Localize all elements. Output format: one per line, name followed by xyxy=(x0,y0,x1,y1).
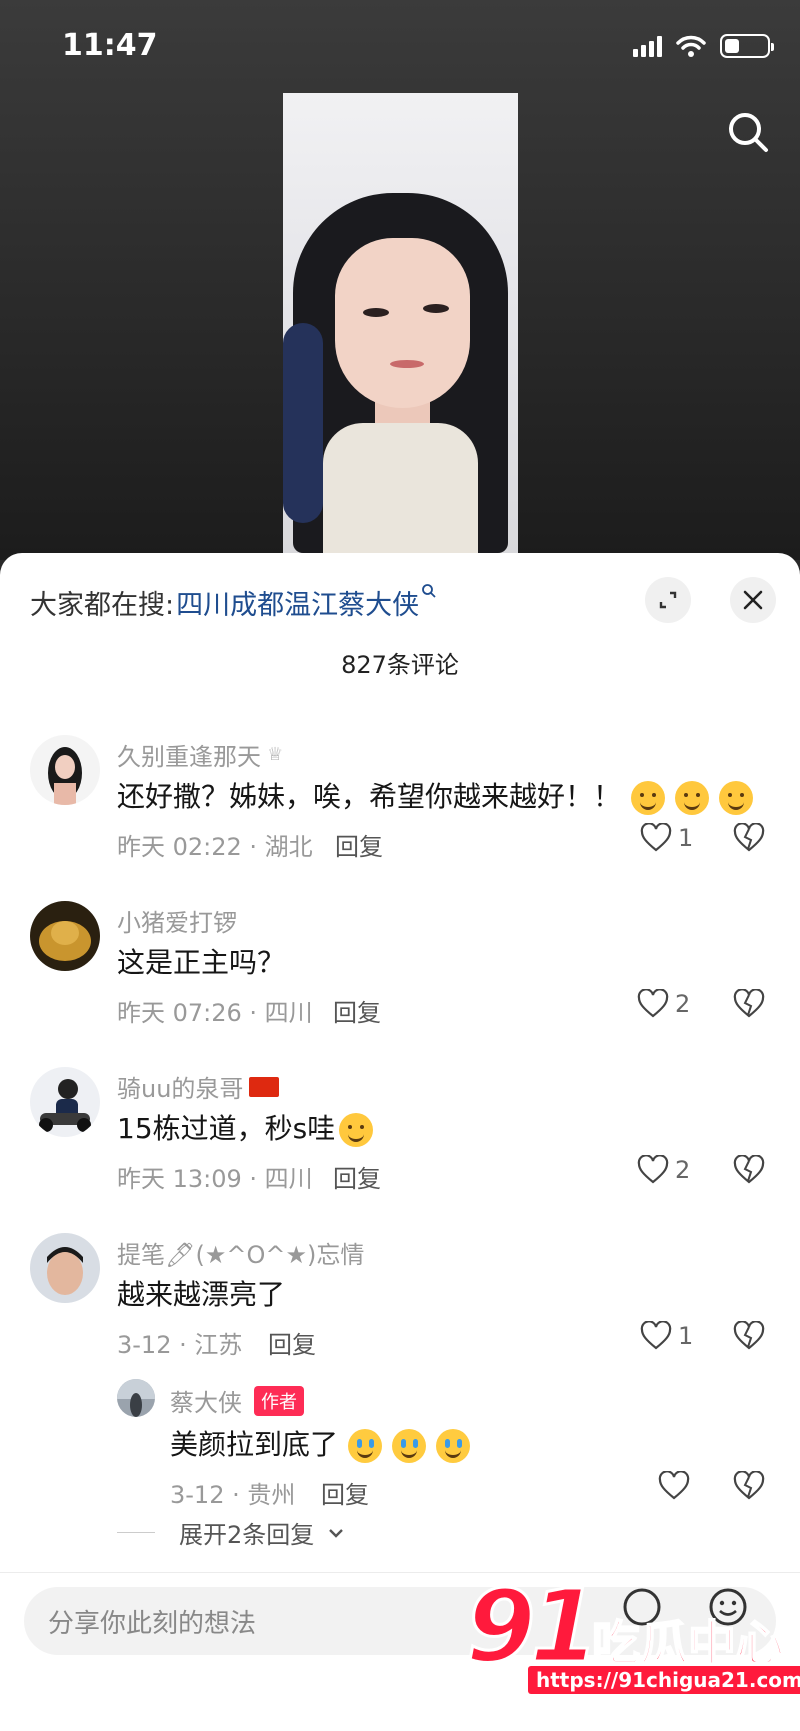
avatar[interactable] xyxy=(30,735,100,805)
trending-link[interactable]: 四川成都温江蔡大侠 xyxy=(176,583,419,622)
comment-item: 骑uu的泉哥 🇨🇳 15栋过道，秒s哇 昨天 13:09 · 四川 回复 2 xyxy=(0,1067,800,1207)
broken-heart-icon xyxy=(733,988,765,1018)
like-button[interactable]: 1 xyxy=(640,1321,693,1351)
reply-username[interactable]: 蔡大侠 xyxy=(170,1383,242,1418)
dislike-button[interactable] xyxy=(733,988,765,1023)
reply-button[interactable]: 回复 xyxy=(335,827,383,862)
comment-username[interactable]: 久别重逢那天 xyxy=(117,737,261,772)
status-icons xyxy=(633,34,774,58)
video-area[interactable]: 11:47 xyxy=(0,0,800,560)
like-count: 1 xyxy=(678,1322,694,1350)
reply-item: 蔡大侠 作者 美颜拉到底了 3-12 · 贵州 回复 xyxy=(0,1379,800,1509)
broken-heart-icon xyxy=(733,822,765,852)
like-button[interactable]: 2 xyxy=(637,989,690,1019)
heart-icon xyxy=(637,989,669,1018)
broken-heart-icon xyxy=(733,1470,765,1500)
close-button[interactable] xyxy=(730,577,776,623)
dislike-button[interactable] xyxy=(733,1470,765,1505)
comment-username[interactable]: 小猪爱打锣 xyxy=(117,903,237,938)
comment-item: 小猪爱打锣 这是正主吗？ 昨天 07:26 · 四川 回复 2 xyxy=(0,901,800,1041)
battery-icon xyxy=(720,34,774,58)
comment-username[interactable]: 提笔🖊(★^O^★)忘情 xyxy=(117,1235,364,1270)
comment-text: 这是正主吗？ xyxy=(117,946,286,979)
hug-emoji-icon xyxy=(631,781,666,815)
heart-icon xyxy=(637,1155,669,1184)
reply-button[interactable]: 回复 xyxy=(333,1159,381,1194)
status-time: 11:47 xyxy=(62,28,158,63)
hug-emoji-icon xyxy=(675,781,710,815)
laugh-cry-emoji-icon xyxy=(436,1429,471,1463)
grin-sweat-emoji-icon xyxy=(339,1113,374,1147)
reply-button[interactable]: 回复 xyxy=(321,1475,369,1510)
like-count: 2 xyxy=(675,990,691,1018)
broken-heart-icon xyxy=(733,1320,765,1350)
comment-username[interactable]: 骑uu的泉哥 xyxy=(117,1069,243,1104)
comment-item: 久别重逢那天 ♕ 还好撒？姊妹，唉，希望你越来越好！！ 昨天 02:22 · 湖… xyxy=(0,735,800,875)
comment-count: 827条评论 xyxy=(341,651,459,679)
wifi-icon xyxy=(676,35,706,57)
comment-time-location: 3-12 · 江苏 xyxy=(117,1331,243,1359)
trending-search[interactable]: 大家都在搜: 四川成都温江蔡大侠 xyxy=(30,583,437,622)
comment-time-location: 昨天 02:22 · 湖北 xyxy=(117,833,313,861)
status-bar: 11:47 xyxy=(0,0,800,95)
expand-icon xyxy=(659,591,677,609)
signal-icon xyxy=(633,35,662,57)
video-thumbnail[interactable] xyxy=(283,93,518,553)
heart-icon xyxy=(640,823,672,852)
comment-text: 还好撒？姊妹，唉，希望你越来越好！！ xyxy=(117,775,754,815)
comment-time-location: 昨天 07:26 · 四川 xyxy=(117,999,313,1027)
reply-text: 美颜拉到底了 xyxy=(170,1423,471,1463)
like-count: 2 xyxy=(675,1156,691,1184)
avatar[interactable] xyxy=(30,901,100,971)
like-button[interactable]: 2 xyxy=(637,1155,690,1185)
avatar[interactable] xyxy=(30,1067,100,1137)
like-button[interactable]: 1 xyxy=(640,823,693,853)
heart-icon xyxy=(640,1321,672,1350)
comment-input-placeholder: 分享你此刻的想法 xyxy=(48,1608,257,1639)
watermark-url: https://91chigua21.com xyxy=(528,1666,800,1694)
laugh-cry-emoji-icon xyxy=(348,1429,383,1463)
reply-button[interactable]: 回复 xyxy=(333,993,381,1028)
laugh-cry-emoji-icon xyxy=(392,1429,427,1463)
broken-heart-icon xyxy=(733,1154,765,1184)
author-badge: 作者 xyxy=(254,1385,304,1416)
like-button[interactable] xyxy=(658,1471,690,1501)
search-icon[interactable] xyxy=(726,110,770,158)
comment-item: 提笔🖊(★^O^★)忘情 越来越漂亮了 3-12 · 江苏 回复 1 xyxy=(0,1233,800,1373)
dislike-button[interactable] xyxy=(733,1320,765,1355)
watermark-logo: 91 吃瓜中心 https://91chigua21.com xyxy=(464,1567,800,1706)
comment-time-location: 昨天 13:09 · 四川 xyxy=(117,1165,313,1193)
chevron-down-icon xyxy=(329,1528,344,1538)
reply-time-location: 3-12 · 贵州 xyxy=(170,1481,296,1509)
expand-replies-button[interactable]: 展开2条回复 xyxy=(117,1515,344,1550)
comment-text: 15栋过道，秒s哇 xyxy=(117,1107,374,1147)
hug-emoji-icon xyxy=(719,781,754,815)
reply-button[interactable]: 回复 xyxy=(268,1325,316,1360)
avatar[interactable] xyxy=(30,1233,100,1303)
avatar[interactable] xyxy=(117,1379,155,1417)
expand-replies-label: 展开2条回复 xyxy=(179,1521,315,1549)
heart-icon xyxy=(658,1471,690,1500)
search-small-icon xyxy=(421,583,437,603)
dislike-button[interactable] xyxy=(733,1154,765,1189)
comment-text: 越来越漂亮了 xyxy=(117,1278,286,1311)
crown-badge-icon: ♕ xyxy=(267,744,284,765)
close-icon xyxy=(743,590,763,610)
trending-prefix: 大家都在搜: xyxy=(30,590,175,621)
china-flag-icon: 🇨🇳 xyxy=(249,1076,280,1097)
dislike-button[interactable] xyxy=(733,822,765,857)
expand-button[interactable] xyxy=(645,577,691,623)
like-count: 1 xyxy=(678,824,694,852)
watermark-text: 吃瓜中心 xyxy=(591,1615,785,1673)
